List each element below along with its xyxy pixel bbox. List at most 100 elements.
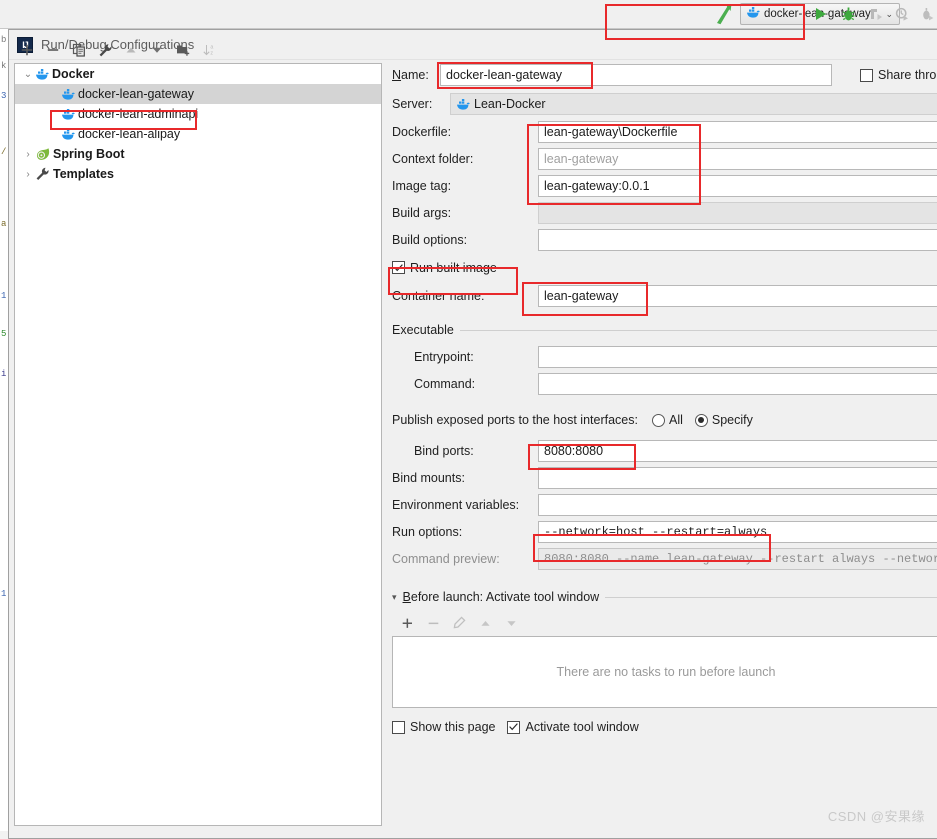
publish-ports-row: Publish exposed ports to the host interf… — [392, 403, 937, 437]
dockerfile-label: Dockerfile: — [392, 124, 452, 139]
move-task-down-button — [498, 611, 524, 635]
add-configuration-button[interactable] — [14, 38, 40, 62]
container-name-input[interactable]: lean-gateway — [538, 284, 937, 307]
tree-node-label: Docker — [52, 67, 95, 81]
image-tag-label: Image tag: — [392, 178, 452, 193]
activate-tool-window-label: Activate tool window — [525, 720, 639, 734]
chevron-right-icon[interactable]: › — [21, 169, 35, 180]
move-task-up-button — [472, 611, 498, 635]
tree-item-docker-lean-alipay[interactable]: docker-lean-alipay — [15, 124, 381, 144]
dockerfile-input[interactable]: lean-gateway\Dockerfile — [538, 120, 937, 143]
build-args-input[interactable] — [538, 201, 937, 224]
bind-ports-input[interactable]: 8080:8080 — [538, 439, 937, 462]
run-built-image-row: Run built image — [392, 253, 937, 282]
server-value: Lean-Docker — [474, 97, 546, 111]
run-built-image-label: Run built image — [410, 260, 497, 275]
environment-variables-input[interactable] — [538, 493, 937, 516]
bind-mounts-row: Bind mounts: — [392, 464, 937, 491]
checkbox-box[interactable] — [860, 68, 873, 82]
add-task-button[interactable] — [394, 611, 420, 635]
debug-button[interactable] — [838, 4, 858, 24]
empty-tasks-message: There are no tasks to run before launch — [556, 665, 776, 679]
csdn-watermark: CSDN @安果缘 — [827, 809, 925, 824]
before-launch-header[interactable]: ▾ Before launch: Activate tool window — [392, 584, 937, 610]
checkbox-box-checked[interactable] — [392, 261, 405, 274]
new-folder-button[interactable] — [170, 38, 196, 62]
tree-item-docker-lean-gateway[interactable]: docker-lean-gateway — [15, 84, 381, 104]
svg-text:z: z — [210, 51, 213, 57]
command-input[interactable] — [538, 372, 937, 395]
show-this-page-label: Show this page — [410, 720, 496, 734]
spring-leaf-icon — [35, 147, 50, 161]
name-input[interactable]: docker-lean-gateway — [440, 64, 832, 86]
configurations-tree[interactable]: ⌄ Docker docker-lean-gateway docker-lean… — [14, 63, 382, 826]
context-folder-label: Context folder: — [392, 151, 474, 166]
entrypoint-label: Entrypoint: — [414, 349, 474, 364]
tree-item-label: docker-lean-alipay — [78, 127, 181, 141]
build-options-input[interactable] — [538, 228, 937, 251]
tree-item-label: docker-lean-gateway — [78, 87, 195, 101]
server-label: Server: — [392, 97, 433, 111]
run-options-input[interactable]: --network=host --restart=always — [538, 520, 937, 543]
environment-variables-label: Environment variables: — [392, 497, 520, 512]
name-label: Name: — [392, 68, 429, 82]
share-label: Share thro — [878, 68, 937, 82]
remove-configuration-button[interactable] — [40, 38, 66, 62]
dockerfile-row: Dockerfile: lean-gateway\Dockerfile — [392, 118, 937, 145]
executable-section-header: Executable — [392, 317, 937, 343]
run-options-label: Run options: — [392, 524, 463, 539]
image-tag-input[interactable]: lean-gateway:0.0.1 — [538, 174, 937, 197]
radio-specify[interactable]: Specify — [694, 413, 753, 427]
name-row: Name: docker-lean-gateway Share thro — [392, 60, 937, 90]
section-divider — [605, 596, 937, 598]
server-combo[interactable]: Lean-Docker — [450, 93, 937, 115]
chevron-down-icon[interactable]: ⌄ — [21, 69, 35, 80]
tree-node-label: Templates — [53, 167, 114, 181]
radio-button-selected[interactable] — [694, 413, 708, 427]
share-checkbox[interactable]: Share thro — [860, 68, 936, 82]
command-label: Command: — [414, 376, 476, 391]
before-launch-tasks-list[interactable]: There are no tasks to run before launch — [392, 636, 937, 708]
image-tag-row: Image tag: lean-gateway:0.0.1 — [392, 172, 937, 199]
build-args-row: Build args: — [392, 199, 937, 226]
checkbox-box[interactable] — [392, 720, 405, 734]
profile-button — [892, 4, 912, 24]
publish-ports-label: Publish exposed ports to the host interf… — [392, 413, 638, 427]
bind-mounts-label: Bind mounts: — [392, 470, 465, 485]
checkbox-box-checked[interactable] — [507, 720, 521, 734]
configuration-form: Name: docker-lean-gateway Share thro Ser… — [392, 60, 937, 742]
docker-whale-icon — [746, 6, 760, 22]
radio-all[interactable]: All — [651, 413, 683, 427]
arrow-cursor-icon — [712, 2, 734, 26]
run-button[interactable] — [810, 4, 830, 24]
radio-specify-label: Specify — [711, 413, 753, 427]
move-up-button — [118, 38, 144, 62]
bind-mounts-input[interactable] — [538, 466, 937, 489]
entrypoint-input[interactable] — [538, 345, 937, 368]
activate-tool-window-checkbox[interactable]: Activate tool window — [507, 720, 639, 734]
tree-node-docker[interactable]: ⌄ Docker — [15, 64, 381, 84]
copy-configuration-button[interactable] — [66, 38, 92, 62]
command-preview-label: Command preview: — [392, 551, 500, 566]
tree-node-templates[interactable]: › Templates — [15, 164, 381, 184]
edit-templates-wrench-button[interactable] — [92, 38, 118, 62]
wrench-icon — [35, 167, 50, 181]
attach-debugger-button — [917, 4, 937, 24]
launch-options-row: Show this page Activate tool window — [392, 712, 937, 742]
show-this-page-checkbox[interactable]: Show this page — [392, 720, 495, 734]
docker-whale-icon — [61, 108, 75, 121]
run-built-image-checkbox[interactable]: Run built image — [392, 261, 497, 275]
context-folder-input[interactable]: lean-gateway — [538, 147, 937, 170]
radio-button[interactable] — [651, 413, 665, 427]
before-launch-toolbar — [394, 610, 937, 636]
run-options-row: Run options: --network=host --restart=al… — [392, 518, 937, 545]
sort-configurations-button: a z — [196, 38, 222, 62]
configurations-toolbar: a z — [14, 37, 374, 63]
move-down-button[interactable] — [144, 38, 170, 62]
chevron-right-icon[interactable]: › — [21, 149, 35, 160]
tree-item-docker-lean-adminapi[interactable]: docker-lean-adminapi — [15, 104, 381, 124]
docker-whale-icon — [456, 98, 470, 111]
container-name-label: Container name: — [392, 288, 485, 303]
tree-node-spring-boot[interactable]: › Spring Boot — [15, 144, 381, 164]
chevron-down-icon[interactable]: ▾ — [392, 592, 397, 603]
